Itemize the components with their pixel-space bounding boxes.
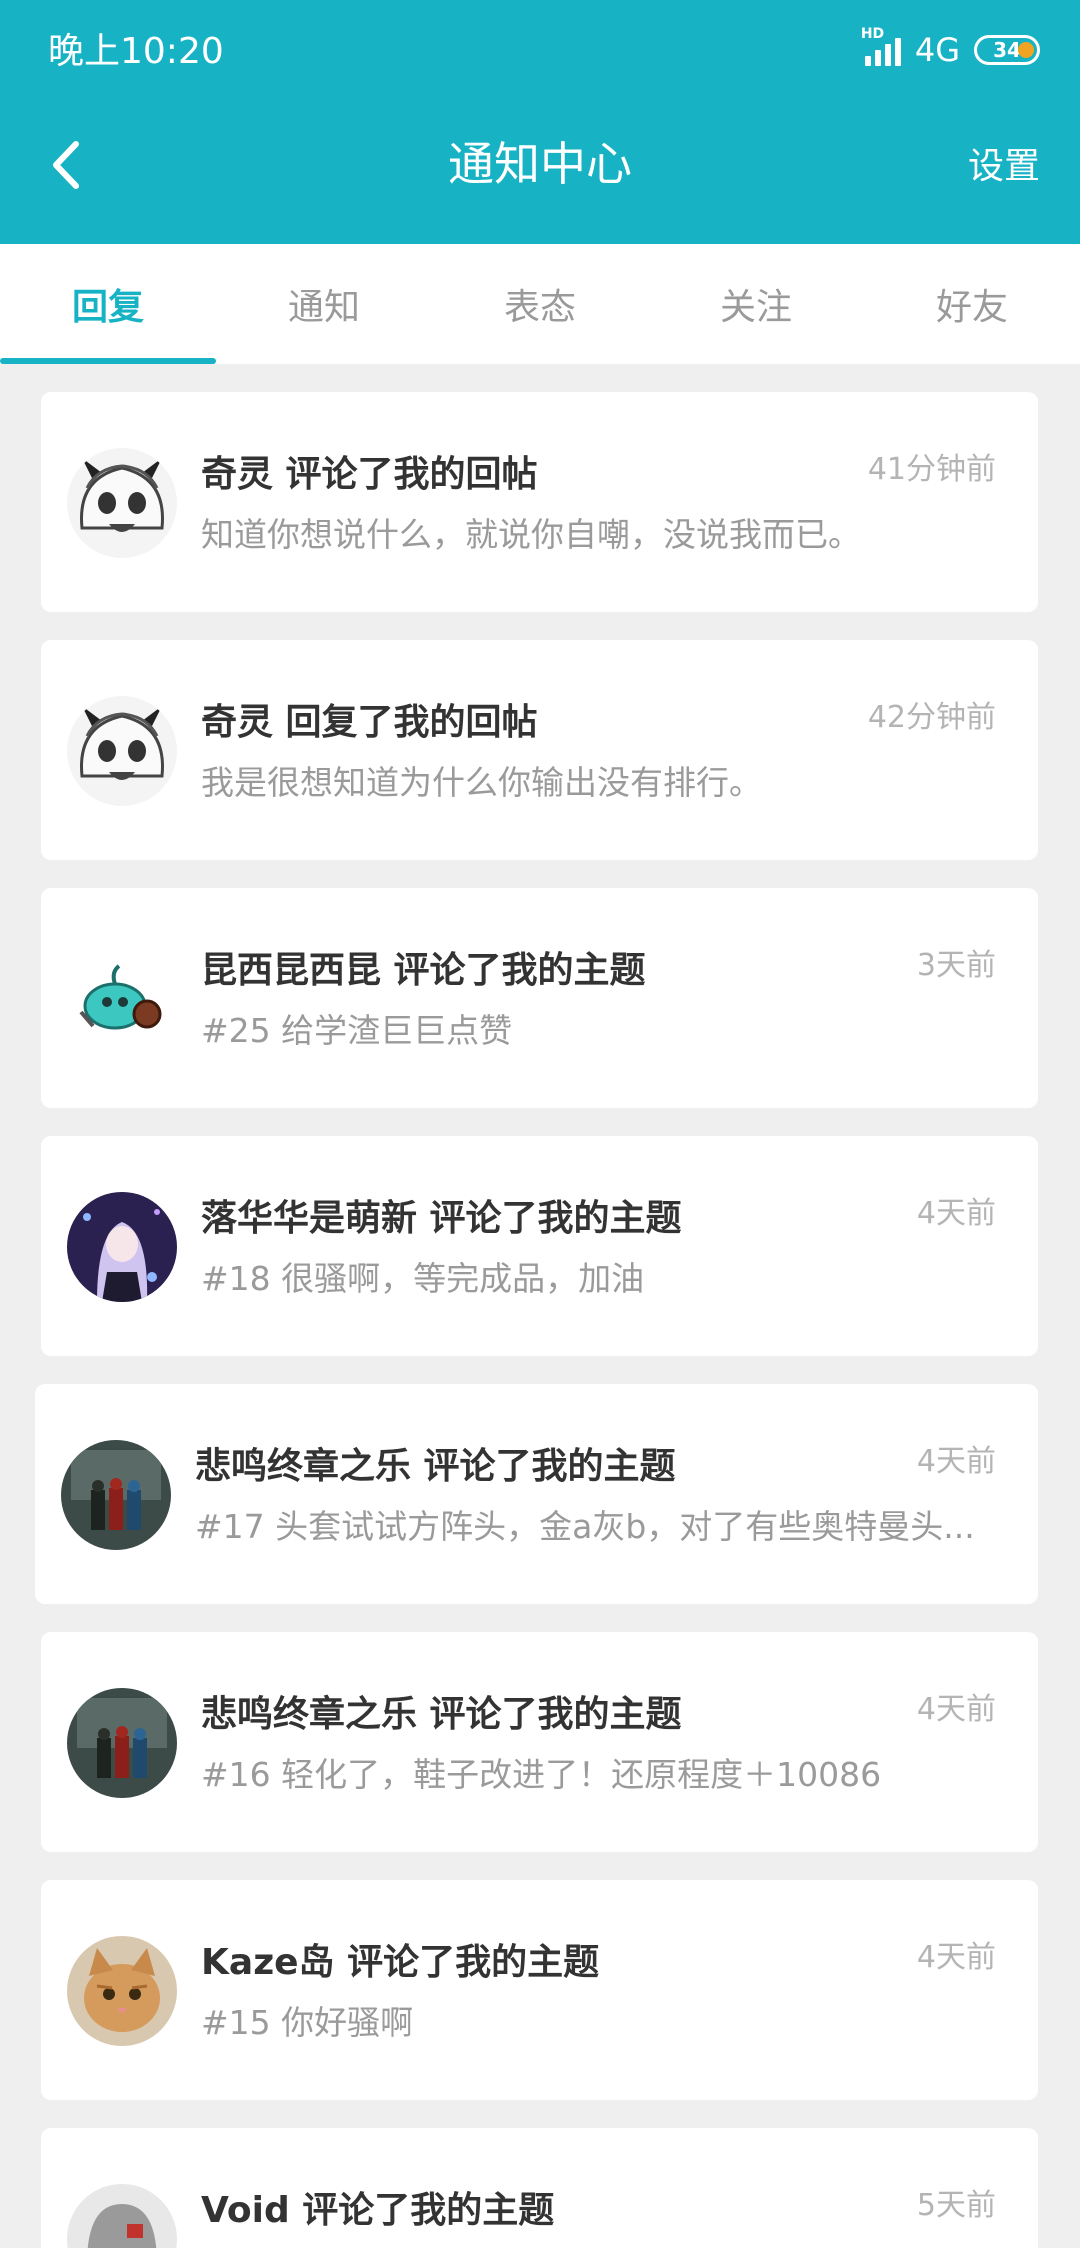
avatar[interactable] xyxy=(67,1688,177,1798)
notification-card[interactable]: 昆西昆西昆 评论了我的主题 3天前 #25 给学渣巨巨点赞 xyxy=(41,888,1038,1108)
battery-icon: 34 xyxy=(974,35,1040,65)
avatar[interactable] xyxy=(67,1936,177,2046)
notification-title: 悲鸣终章之乐 评论了我的主题 xyxy=(201,1694,682,1735)
avatar[interactable] xyxy=(67,1192,177,1302)
notification-title: Kaze岛 评论了我的主题 xyxy=(201,1942,600,1983)
notification-body: #15 你好骚啊 xyxy=(201,2003,414,2042)
top-bar: 晚上10:20 HD 4G 34 通知中心 设置 xyxy=(0,0,1080,244)
notification-title: 落华华是萌新 评论了我的主题 xyxy=(201,1198,682,1239)
notification-time: 5天前 xyxy=(916,2188,996,2223)
notification-card[interactable]: 奇灵 评论了我的回帖 41分钟前 知道你想说什么，就说你自嘲，没说我而已。 xyxy=(41,392,1038,612)
notification-time: 4天前 xyxy=(916,1692,996,1727)
tab-notifications[interactable]: 通知 xyxy=(216,244,432,364)
notification-body: #16 轻化了，鞋子改进了！还原程度＋10086 xyxy=(201,1755,882,1794)
signal-icon: HD xyxy=(861,26,901,66)
status-indicators: HD 4G 34 xyxy=(861,26,1040,72)
status-time: 晚上10:20 xyxy=(48,31,224,72)
battery-level: 34 xyxy=(993,38,1021,62)
notification-body: #25 给学渣巨巨点赞 xyxy=(201,1011,513,1050)
notification-card[interactable]: 悲鸣终章之乐 评论了我的主题 4天前 #17 头套试试方阵头，金a灰b，对了有些… xyxy=(35,1384,1038,1604)
tab-replies[interactable]: 回复 xyxy=(0,244,216,364)
notification-card[interactable]: 悲鸣终章之乐 评论了我的主题 4天前 #16 轻化了，鞋子改进了！还原程度＋10… xyxy=(41,1632,1038,1852)
avatar[interactable] xyxy=(61,1440,171,1550)
notification-body: #18 很骚啊，等完成品，加油 xyxy=(201,1259,645,1298)
notification-title: 奇灵 回复了我的回帖 xyxy=(201,702,538,743)
hd-label: HD xyxy=(860,26,885,42)
notification-card[interactable]: Void 评论了我的主题 5天前 xyxy=(41,2128,1038,2248)
settings-button[interactable]: 设置 xyxy=(968,142,1040,192)
notification-card[interactable]: 奇灵 回复了我的回帖 42分钟前 我是很想知道为什么你输出没有排行。 xyxy=(41,640,1038,860)
avatar[interactable] xyxy=(67,696,177,806)
notification-time: 4天前 xyxy=(916,1444,996,1479)
notification-body: 我是很想知道为什么你输出没有排行。 xyxy=(201,763,762,802)
notification-title: 奇灵 评论了我的回帖 xyxy=(201,454,538,495)
tab-following[interactable]: 关注 xyxy=(648,244,864,364)
tab-reactions[interactable]: 表态 xyxy=(432,244,648,364)
notification-card[interactable]: Kaze岛 评论了我的主题 4天前 #15 你好骚啊 xyxy=(41,1880,1038,2100)
notification-body: 知道你想说什么，就说你自嘲，没说我而已。 xyxy=(201,515,861,554)
notification-card[interactable]: 落华华是萌新 评论了我的主题 4天前 #18 很骚啊，等完成品，加油 xyxy=(41,1136,1038,1356)
avatar[interactable] xyxy=(67,944,177,1054)
notification-time: 4天前 xyxy=(916,1196,996,1231)
notification-time: 4天前 xyxy=(916,1940,996,1975)
notification-title: 昆西昆西昆 评论了我的主题 xyxy=(201,950,646,991)
notification-time: 41分钟前 xyxy=(867,452,996,487)
notification-body: #17 头套试试方阵头，金a灰b，对了有些奥特曼头... xyxy=(195,1507,975,1546)
notification-time: 3天前 xyxy=(916,948,996,983)
notification-title: Void 评论了我的主题 xyxy=(201,2190,555,2231)
network-type: 4G xyxy=(914,31,960,69)
page-title: 通知中心 xyxy=(448,137,632,191)
avatar[interactable] xyxy=(67,2184,177,2248)
tab-friends[interactable]: 好友 xyxy=(864,244,1080,364)
notification-time: 42分钟前 xyxy=(867,700,996,735)
notification-title: 悲鸣终章之乐 评论了我的主题 xyxy=(195,1446,676,1487)
tab-bar: 回复 通知 表态 关注 好友 xyxy=(0,244,1080,364)
avatar[interactable] xyxy=(67,448,177,558)
